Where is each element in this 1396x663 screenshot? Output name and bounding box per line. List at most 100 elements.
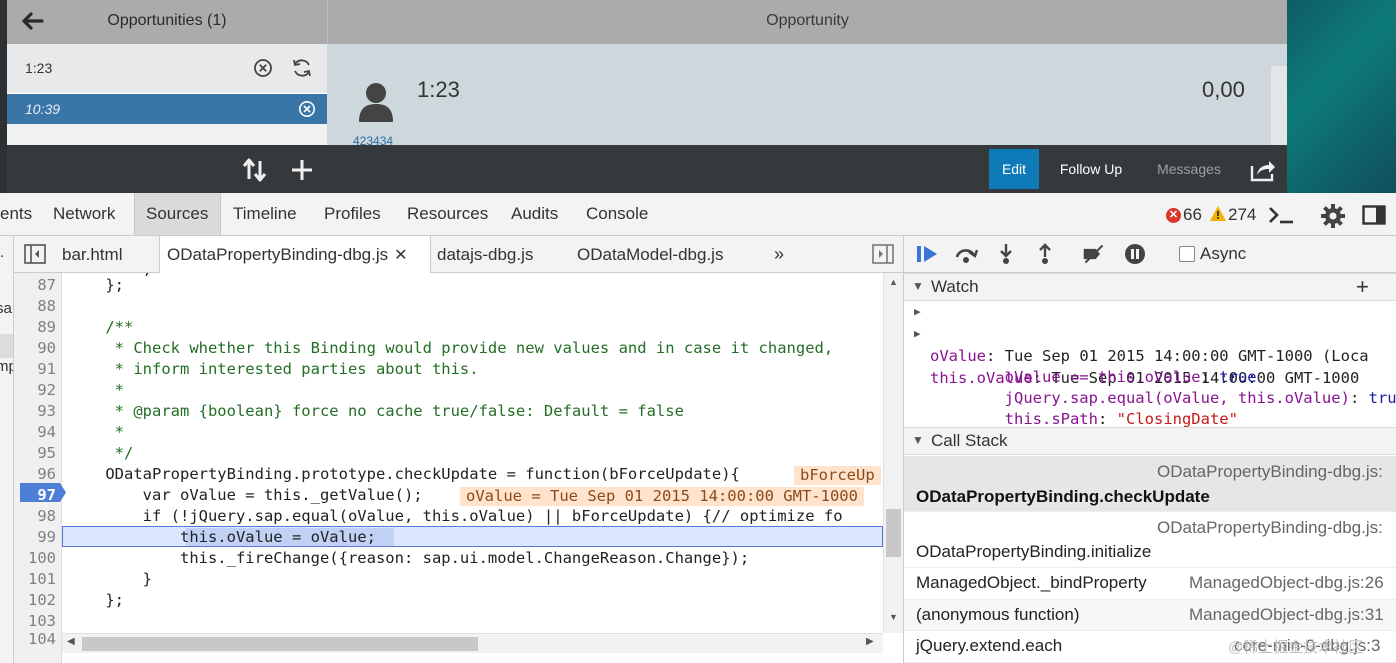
code-horizontal-scrollbar[interactable]: ◀ ▶ <box>62 633 883 653</box>
editor-tab-datajs[interactable]: datajs-dbg.js <box>437 236 533 272</box>
editor-tab-odatapropertybinding[interactable]: ODataPropertyBinding-dbg.js ✕ <box>159 236 431 273</box>
scroll-down-arrow-icon[interactable]: ▼ <box>889 612 898 622</box>
line-number: 91 <box>37 360 56 378</box>
call-frame[interactable]: (anonymous function) ManagedObject-dbg.j… <box>904 600 1396 631</box>
line-number: 95 <box>37 444 56 462</box>
dock-side-icon[interactable] <box>1362 205 1386 225</box>
editor-tab-odatamodel[interactable]: ODataModel-dbg.js <box>577 236 723 272</box>
code-line: var oValue = this._getValue(); <box>68 486 423 504</box>
expand-triangle-icon[interactable]: ▶ <box>914 301 921 323</box>
scrollbar-thumb[interactable] <box>886 509 901 557</box>
add-icon[interactable] <box>290 158 314 182</box>
edit-button[interactable]: Edit <box>989 149 1039 189</box>
detail-panel: Opportunity 1:23 0,00 423434 <box>327 0 1287 148</box>
collapse-triangle-icon: ▼ <box>912 433 924 447</box>
call-frame-location: ODataPropertyBinding-dbg.js: <box>1157 462 1383 481</box>
tab-timeline[interactable]: Timeline <box>233 193 297 235</box>
navigator-strip: . sa mp <box>0 236 14 663</box>
pause-on-exceptions-icon[interactable] <box>1123 243 1147 265</box>
back-arrow-icon[interactable] <box>17 6 47 36</box>
settings-gear-icon[interactable] <box>1320 203 1346 229</box>
step-out-icon[interactable] <box>1033 243 1057 265</box>
expand-triangle-icon[interactable]: ▶ <box>914 323 921 345</box>
watch-item[interactable]: jQuery.sap.equal(oValue, this.oValue): t… <box>930 365 1396 407</box>
error-count[interactable]: ✕ 66 <box>1166 205 1202 225</box>
scroll-right-arrow-icon[interactable]: ▶ <box>866 636 874 647</box>
watch-item[interactable]: this.sPath: "ClosingDate" <box>930 386 1238 428</box>
watch-title: Watch <box>931 277 979 296</box>
async-checkbox[interactable] <box>1179 246 1195 262</box>
more-tabs-button[interactable]: » <box>774 236 784 272</box>
watch-value: true <box>1368 389 1396 407</box>
call-frame-location: ManagedObject-dbg.js:26 <box>1189 573 1384 592</box>
line-number: 92 <box>37 381 56 399</box>
line-number: 88 <box>37 297 56 315</box>
call-frame-location: ODataPropertyBinding-dbg.js: <box>1157 518 1383 537</box>
watch-item[interactable]: ▶ oValue: Tue Sep 01 2015 14:00:00 GMT-1… <box>904 301 1369 365</box>
code-line: this._fireChange({reason: sap.ui.model.C… <box>68 549 750 567</box>
clear-search-icon[interactable] <box>253 58 273 78</box>
line-number: 102 <box>28 591 56 609</box>
add-watch-button[interactable]: + <box>1356 274 1369 300</box>
resume-icon[interactable] <box>916 243 940 265</box>
step-into-icon[interactable] <box>994 243 1018 265</box>
master-panel: Opportunities (1) 1:23 10:39 <box>7 0 327 145</box>
code-vertical-scrollbar[interactable]: ▲ ▼ <box>883 273 903 633</box>
line-number: 90 <box>37 339 56 357</box>
call-stack-pane-header[interactable]: ▼ Call Stack <box>904 427 1396 455</box>
line-number: 100 <box>28 549 56 567</box>
deactivate-breakpoints-icon[interactable] <box>1082 243 1106 265</box>
watch-pane-header[interactable]: ▼ Watch + <box>904 273 1396 301</box>
share-icon[interactable] <box>1250 158 1276 182</box>
search-field[interactable]: 1:23 <box>7 44 327 94</box>
watch-item[interactable]: oValue == this.oValue: true <box>930 344 1257 386</box>
code-line-comment: * <box>68 423 124 441</box>
tab-network[interactable]: Network <box>53 193 115 235</box>
refresh-icon[interactable] <box>291 57 313 79</box>
tab-sources[interactable]: Sources <box>134 193 221 235</box>
line-number-gutter-bottom: 104 <box>14 630 62 663</box>
sort-icon[interactable] <box>241 157 269 183</box>
search-value[interactable]: 1:23 <box>25 60 52 76</box>
person-avatar-icon <box>359 83 393 122</box>
editor-tab-label: ODataPropertyBinding-dbg.js <box>167 245 389 264</box>
code-editor[interactable]: ; 87 88 89 90 91 92 93 94 95 96 97 98 99… <box>14 273 883 633</box>
tab-audits[interactable]: Audits <box>511 193 558 235</box>
line-number: 98 <box>37 507 56 525</box>
call-frame[interactable]: ODataPropertyBinding-dbg.js: ODataProper… <box>904 512 1396 568</box>
toggle-navigator-icon[interactable] <box>24 244 46 264</box>
tab-profiles[interactable]: Profiles <box>324 193 381 235</box>
code-line: } <box>68 570 152 588</box>
clear-item-icon[interactable] <box>298 100 316 118</box>
tab-elements[interactable]: ents <box>0 193 32 235</box>
code-line-comment: * inform interested parties about this. <box>68 360 479 378</box>
call-frame[interactable]: ManagedObject._bindProperty ManagedObjec… <box>904 568 1396 600</box>
call-frame-function: ODataPropertyBinding.initialize <box>916 542 1152 561</box>
code-line-comment: */ <box>68 444 134 462</box>
tab-console[interactable]: Console <box>586 193 648 235</box>
watch-item[interactable]: ▶ this.oValue: Tue Sep 01 2015 14:00:00 … <box>904 323 1359 387</box>
master-footer <box>7 145 327 193</box>
step-over-icon[interactable] <box>954 243 978 265</box>
scroll-up-arrow-icon[interactable]: ▲ <box>889 277 898 287</box>
console-drawer-icon[interactable] <box>1268 205 1294 225</box>
scrollbar-thumb[interactable] <box>82 637 478 651</box>
list-item-selected[interactable]: 10:39 <box>7 94 327 124</box>
close-tab-icon[interactable]: ✕ <box>394 237 407 275</box>
detail-footer: Edit Follow Up Messages <box>327 145 1287 193</box>
line-number: 87 <box>37 276 56 294</box>
code-line: if (!jQuery.sap.equal(oValue, this.oValu… <box>68 507 843 525</box>
tab-resources[interactable]: Resources <box>407 193 488 235</box>
detail-scrollbar[interactable] <box>1271 66 1287 145</box>
inline-value-bforceupdate: bForceUp <box>794 466 881 485</box>
editor-tab-bar-html[interactable]: bar.html <box>62 236 122 272</box>
navigator-fragment: mp <box>0 358 13 375</box>
call-frame-selected[interactable]: ODataPropertyBinding-dbg.js: ODataProper… <box>904 456 1396 512</box>
messages-button[interactable]: Messages <box>1143 149 1235 189</box>
scroll-left-arrow-icon[interactable]: ◀ <box>67 636 75 647</box>
debugger-sidebar: Async ▼ Watch + ▶ oValue: Tue Sep 01 201… <box>903 236 1396 663</box>
warning-count[interactable]: 274 <box>1210 205 1256 225</box>
detail-title: Opportunity <box>327 0 1287 44</box>
follow-up-button[interactable]: Follow Up <box>1049 149 1133 189</box>
toggle-debugger-icon[interactable] <box>872 244 894 264</box>
